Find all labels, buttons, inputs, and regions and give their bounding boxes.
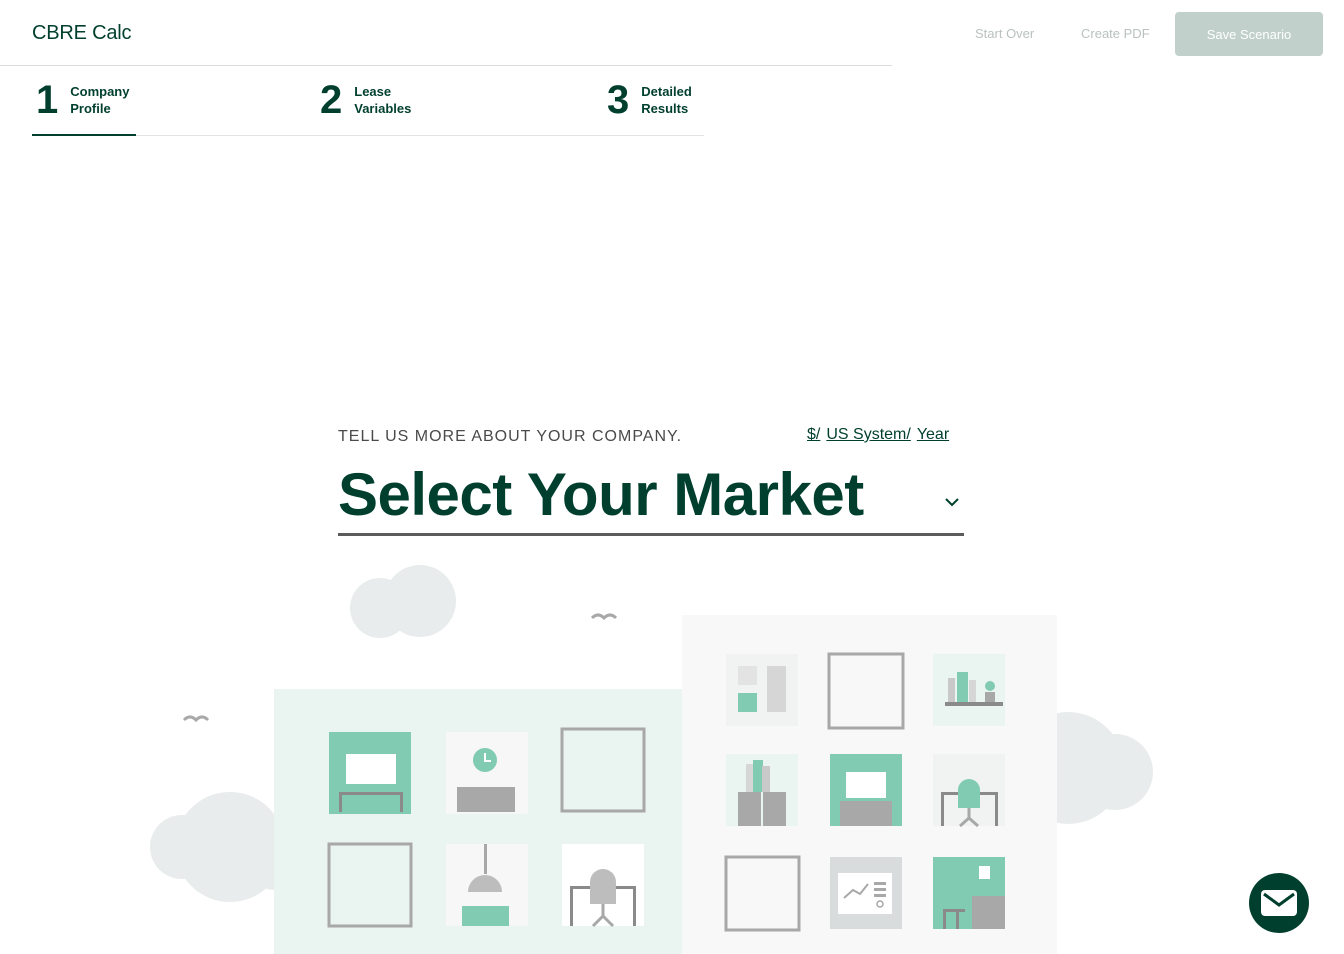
step-label: Company Profile xyxy=(70,84,130,116)
step-label: Detailed Results xyxy=(641,84,692,116)
period-unit-link[interactable]: Year xyxy=(917,426,949,444)
contact-mail-button[interactable] xyxy=(1249,873,1309,933)
company-prompt: TELL US MORE ABOUT YOUR COMPANY. xyxy=(338,428,683,445)
create-pdf-link[interactable]: Create PDF xyxy=(1081,26,1150,41)
desk-chair-window xyxy=(933,754,1005,828)
cabinet-window xyxy=(726,754,798,826)
save-scenario-button[interactable]: Save Scenario xyxy=(1175,12,1323,56)
currency-unit-link[interactable]: $/ xyxy=(807,426,820,444)
step-number: 2 xyxy=(320,78,343,122)
chart-board-window xyxy=(830,857,902,929)
chair-window xyxy=(562,844,644,928)
tv-room-window xyxy=(329,732,411,814)
clock-window xyxy=(446,732,528,814)
measurement-system-link[interactable]: US System/ xyxy=(826,426,910,444)
step-company-profile[interactable]: 1 Company Profile xyxy=(36,80,150,120)
chevron-down-icon[interactable] xyxy=(944,494,960,510)
shelf-window xyxy=(933,654,1005,726)
lamp-window xyxy=(446,844,528,926)
market-select-value: Select Your Market xyxy=(338,461,864,528)
coffee-window xyxy=(933,857,1005,929)
step-number: 3 xyxy=(607,78,630,122)
blocks-window xyxy=(726,654,798,726)
step-label: Lease Variables xyxy=(354,84,412,116)
step-lease-variables[interactable]: 2 Lease Variables xyxy=(320,80,434,120)
active-step-indicator xyxy=(32,134,136,136)
bird-icon xyxy=(590,613,618,621)
bird-icon xyxy=(182,715,210,723)
step-detailed-results[interactable]: 3 Detailed Results xyxy=(607,80,721,120)
cloud-top xyxy=(350,565,456,638)
mail-icon xyxy=(1261,890,1297,916)
step-number: 1 xyxy=(36,78,59,122)
start-over-link[interactable]: Start Over xyxy=(975,26,1034,41)
top-header: CBRE Calc Start Over Create PDF Save Sce… xyxy=(0,0,1344,66)
app-title[interactable]: CBRE Calc xyxy=(32,22,132,45)
units-selector: $/ US System/ Year xyxy=(807,426,949,444)
office-illustration xyxy=(150,565,1153,954)
monitor-window xyxy=(830,754,902,826)
market-select[interactable]: Select Your Market xyxy=(338,462,964,536)
step-nav: 1 Company Profile 2 Lease Variables 3 Deta… xyxy=(32,66,704,136)
